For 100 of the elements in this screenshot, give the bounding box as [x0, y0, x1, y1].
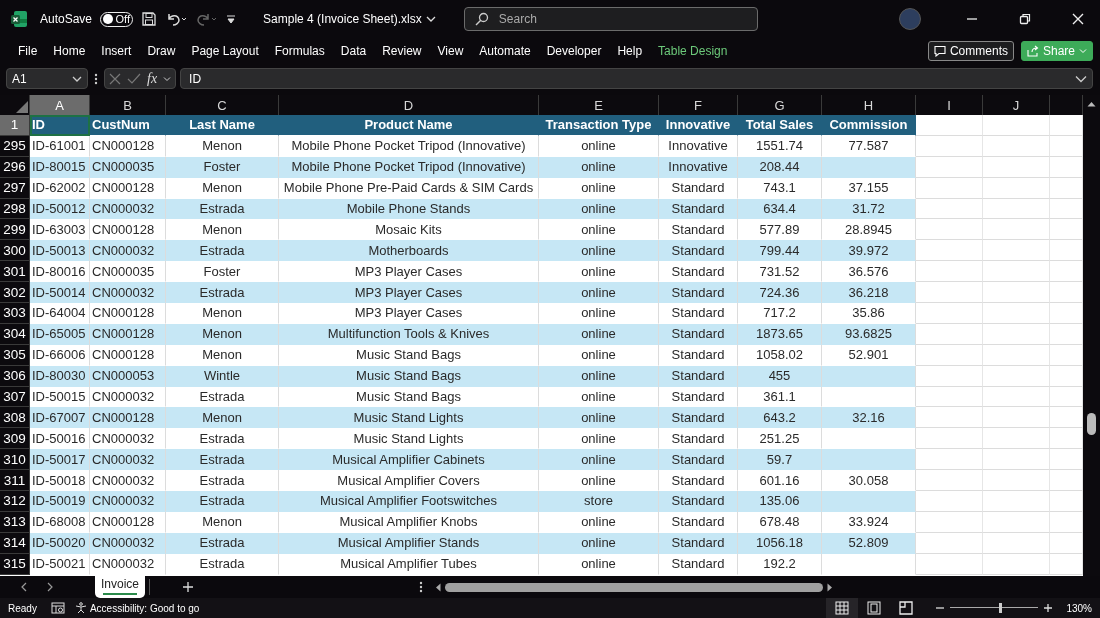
empty-cell[interactable]	[983, 449, 1050, 471]
empty-cell[interactable]	[916, 303, 983, 324]
row-header[interactable]: 307	[0, 386, 30, 408]
row-header[interactable]: 304	[0, 323, 30, 345]
empty-cell[interactable]	[983, 365, 1050, 387]
menu-tab[interactable]: Home	[45, 39, 94, 62]
column-header[interactable]: H	[822, 95, 916, 115]
empty-cell[interactable]	[983, 470, 1050, 492]
empty-cell[interactable]	[983, 303, 1050, 324]
row-header[interactable]: 297	[0, 177, 30, 199]
formula-field[interactable]: ID	[180, 68, 1093, 89]
name-box[interactable]: A1	[6, 68, 88, 89]
close-icon[interactable]	[1071, 13, 1084, 25]
sheet-tab[interactable]: Invoice	[95, 573, 146, 598]
menu-tab[interactable]: View	[429, 39, 472, 62]
empty-cell[interactable]	[983, 407, 1050, 429]
column-header[interactable]: C	[166, 95, 279, 115]
row-header[interactable]: 305	[0, 344, 30, 366]
empty-cell[interactable]	[916, 261, 983, 283]
select-all-icon[interactable]	[15, 101, 28, 113]
column-header[interactable]: J	[983, 95, 1050, 115]
empty-cell[interactable]	[916, 470, 983, 492]
empty-cell[interactable]	[916, 135, 983, 157]
column-header[interactable]: E	[539, 95, 659, 115]
sheet-statistics-icon[interactable]	[50, 602, 65, 614]
column-header[interactable]: F	[659, 95, 738, 115]
column-header[interactable]: A	[30, 95, 90, 115]
row-header[interactable]: 313	[0, 511, 30, 533]
row-header[interactable]: 312	[0, 491, 30, 512]
row-header[interactable]: 1	[0, 115, 30, 136]
empty-cell[interactable]	[983, 219, 1050, 241]
menu-tab[interactable]: Developer	[538, 39, 610, 62]
comments-button[interactable]: Comments	[927, 40, 1014, 61]
menu-tab[interactable]: Data	[332, 39, 375, 62]
empty-cell[interactable]	[983, 115, 1050, 136]
add-sheet-icon[interactable]	[182, 581, 195, 593]
menu-tab[interactable]: Review	[374, 39, 430, 62]
row-header[interactable]: 310	[0, 449, 30, 471]
menu-tab[interactable]: Page Layout	[183, 39, 267, 62]
empty-cell[interactable]	[916, 344, 983, 366]
column-header[interactable]: B	[90, 95, 166, 115]
avatar[interactable]	[899, 8, 921, 30]
empty-cell[interactable]	[983, 177, 1050, 199]
next-sheet-icon[interactable]	[46, 582, 54, 592]
row-header[interactable]: 302	[0, 282, 30, 303]
row-header[interactable]: 295	[0, 135, 30, 157]
zoom-slider[interactable]	[950, 602, 1039, 614]
undo-icon[interactable]	[165, 11, 188, 27]
accessibility-status[interactable]: Accessibility: Good to go	[74, 602, 200, 614]
row-header[interactable]: 314	[0, 532, 30, 554]
menu-tab[interactable]: Formulas	[266, 39, 333, 62]
zoom-in-icon[interactable]	[1044, 604, 1053, 612]
previous-sheet-icon[interactable]	[20, 582, 28, 592]
menu-tab[interactable]: Table Design	[650, 39, 736, 62]
check-icon[interactable]	[127, 72, 141, 85]
empty-cell[interactable]	[916, 386, 983, 408]
column-header[interactable]: I	[916, 95, 983, 115]
save-icon[interactable]	[141, 11, 158, 27]
empty-cell[interactable]	[983, 532, 1050, 554]
insert-function-button[interactable]: fx	[147, 70, 158, 87]
empty-cell[interactable]	[983, 323, 1050, 345]
row-header[interactable]: 301	[0, 261, 30, 283]
view-button[interactable]	[826, 598, 859, 618]
more-options-icon[interactable]	[94, 72, 98, 85]
empty-cell[interactable]	[983, 428, 1050, 450]
restore-icon[interactable]	[1018, 13, 1031, 25]
column-header[interactable]: D	[279, 95, 539, 115]
empty-cell[interactable]	[983, 491, 1050, 512]
cancel-icon[interactable]	[109, 72, 121, 85]
menu-tab[interactable]: Help	[609, 39, 651, 62]
empty-cell[interactable]	[983, 135, 1050, 157]
empty-cell[interactable]	[916, 177, 983, 199]
row-header[interactable]: 298	[0, 198, 30, 220]
empty-cell[interactable]	[983, 282, 1050, 303]
empty-cell[interactable]	[983, 511, 1050, 533]
empty-cell[interactable]	[983, 198, 1050, 220]
empty-cell[interactable]	[983, 386, 1050, 408]
row-header[interactable]: 306	[0, 365, 30, 387]
row-header[interactable]: 311	[0, 470, 30, 492]
zoom-level[interactable]: 130%	[1066, 602, 1092, 614]
row-header[interactable]: 300	[0, 240, 30, 262]
row-header[interactable]: 308	[0, 407, 30, 429]
row-header[interactable]: 296	[0, 156, 30, 178]
empty-cell[interactable]	[983, 240, 1050, 262]
menu-tab[interactable]: Draw	[139, 39, 184, 62]
empty-cell[interactable]	[983, 156, 1050, 178]
scroll-thumb[interactable]	[1087, 413, 1096, 435]
zoom-out-icon[interactable]	[936, 604, 945, 612]
column-header[interactable]	[1050, 95, 1083, 115]
empty-cell[interactable]	[916, 511, 983, 533]
empty-cell[interactable]	[916, 219, 983, 241]
row-header[interactable]: 299	[0, 219, 30, 241]
empty-cell[interactable]	[916, 553, 983, 575]
row-header[interactable]: 315	[0, 553, 30, 575]
file-name[interactable]: Sample 4 (Invoice Sheet).xlsx	[263, 12, 436, 26]
redo-icon[interactable]	[195, 11, 218, 27]
empty-cell[interactable]	[916, 428, 983, 450]
empty-cell[interactable]	[983, 553, 1050, 575]
more-options-icon[interactable]	[419, 581, 424, 593]
customize-icon[interactable]	[225, 13, 238, 25]
